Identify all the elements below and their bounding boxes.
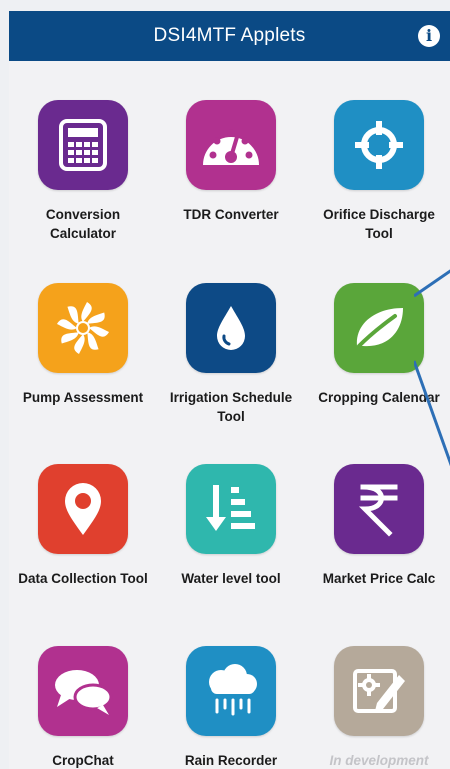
applet-label: Data Collection Tool <box>18 571 148 586</box>
applet-conversion-calculator[interactable]: Conversion Calculator <box>9 100 157 243</box>
sort-descending-icon[interactable] <box>186 464 276 554</box>
chat-bubbles-icon[interactable] <box>38 646 128 736</box>
applet-rain-recorder[interactable]: Rain Recorder <box>157 646 305 769</box>
applet-label: Irrigation Schedule Tool <box>169 390 293 424</box>
applet-label: Cropping Calendar <box>318 390 440 405</box>
applet-label: In development <box>329 753 429 768</box>
applet-label: Rain Recorder <box>184 753 278 768</box>
applet-pump-assessment[interactable]: Pump Assessment <box>9 283 157 407</box>
water-drop-icon[interactable] <box>186 283 276 373</box>
calculator-icon[interactable] <box>38 100 128 190</box>
info-icon[interactable]: i <box>418 25 440 47</box>
applet-label: Orifice Discharge Tool <box>323 207 435 241</box>
applet-cropchat[interactable]: CropChat <box>9 646 157 769</box>
pinwheel-icon[interactable] <box>38 283 128 373</box>
rain-cloud-icon[interactable] <box>186 646 276 736</box>
applet-label: TDR Converter <box>183 207 279 222</box>
map-pin-icon[interactable] <box>38 464 128 554</box>
app-header: DSI4MTF Applets i <box>9 11 450 61</box>
applet-market-price-calc[interactable]: Market Price Calc <box>305 464 450 588</box>
applet-water-level-tool[interactable]: Water level tool <box>157 464 305 588</box>
leaf-icon[interactable] <box>334 283 424 373</box>
applet-grid: Conversion Calculator TDR Converter Orif… <box>9 61 450 769</box>
applet-orifice-discharge-tool[interactable]: Orifice Discharge Tool <box>305 100 450 243</box>
applet-irrigation-schedule-tool[interactable]: Irrigation Schedule Tool <box>157 283 305 426</box>
applet-label: Market Price Calc <box>322 571 436 586</box>
applet-data-collection-tool[interactable]: Data Collection Tool <box>9 464 157 588</box>
applet-cropping-calendar[interactable]: Cropping Calendar <box>305 283 450 407</box>
page-title: DSI4MTF Applets <box>153 25 306 46</box>
app-screen: DSI4MTF Applets i Conversion Calculator <box>9 11 450 769</box>
applet-tdr-converter[interactable]: TDR Converter <box>157 100 305 224</box>
applet-label: Water level tool <box>181 571 281 586</box>
crosshair-icon[interactable] <box>334 100 424 190</box>
applet-in-development: In development <box>305 646 450 769</box>
applet-label: Conversion Calculator <box>45 207 121 241</box>
rupee-icon[interactable] <box>334 464 424 554</box>
applet-label: CropChat <box>52 753 114 768</box>
gauge-icon[interactable] <box>186 100 276 190</box>
applet-label: Pump Assessment <box>22 390 144 405</box>
settings-edit-icon <box>334 646 424 736</box>
